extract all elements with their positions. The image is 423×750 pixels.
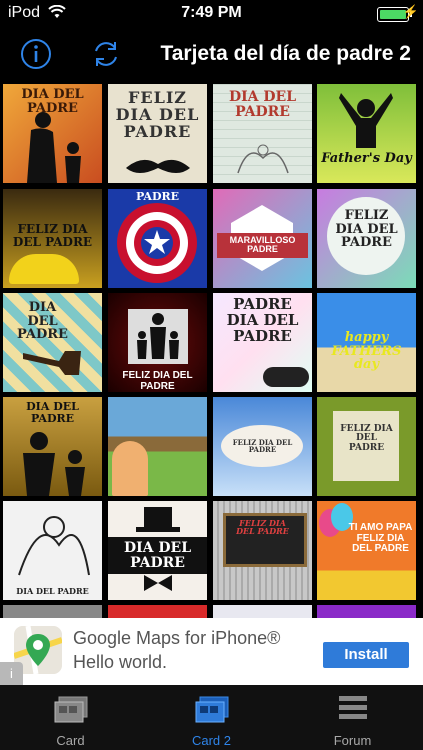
card-caption: FELIZ DIA DEL PADRE	[340, 424, 393, 453]
card-caption: FELIZ DIA DEL PADRE	[12, 222, 93, 249]
nav-bar: Tarjeta del día de padre 2	[0, 28, 423, 84]
install-button[interactable]: Install	[323, 642, 409, 668]
ad-subline: Hello world.	[73, 652, 168, 672]
card-thumbnail[interactable]	[317, 605, 416, 618]
father-child-silhouette	[27, 112, 81, 183]
page-title: Tarjeta del día de padre 2	[160, 42, 411, 65]
shield-icon	[117, 203, 197, 283]
family-drawing	[237, 144, 289, 174]
card-thumbnail[interactable]: TI AMO PAPA FELIZ DIA DEL PADRE	[317, 501, 416, 600]
card-thumbnail[interactable]: happy FATHERS day	[317, 293, 416, 392]
charging-icon: ⚡	[402, 4, 419, 19]
card-caption: FELIZ DIA DEL PADRE	[115, 88, 200, 141]
card-thumbnail[interactable]	[213, 605, 312, 618]
top-hat-icon	[136, 507, 180, 532]
card-thumbnail[interactable]: FELIZ DIA DEL PADRE	[317, 397, 416, 496]
card-stack-icon	[195, 696, 228, 723]
family-silhouette	[128, 309, 188, 364]
card-thumbnail[interactable]: DIA DEL PADRE	[3, 397, 102, 496]
card-caption: MARAVILLOSO PADRE	[217, 233, 308, 258]
card-thumbnail[interactable]: FELIZ DIA DEL PADRE	[213, 397, 312, 496]
card-thumbnail[interactable]: PADRE DIA DEL PADRE	[213, 293, 312, 392]
card-caption: FELIZ DIA DEL PADRE	[236, 518, 289, 537]
card-thumbnail[interactable]: FELIZ DIA DEL PADRE	[108, 84, 207, 183]
card-thumbnail[interactable]	[108, 397, 207, 496]
mustache-icon	[126, 159, 190, 173]
card-thumbnail[interactable]: FELIZ DIA DEL PADRE	[108, 293, 207, 392]
status-bar: iPod 7:49 PM ⚡	[0, 0, 423, 28]
tab-label: Card	[56, 733, 85, 748]
card-caption: DIA DEL PADRE	[26, 400, 79, 425]
card-thumbnail[interactable]: DIA DEL PADRE	[213, 84, 312, 183]
celebration-silhouette	[339, 93, 393, 148]
card-caption: DIA DEL PADRE	[17, 300, 68, 343]
card-thumbnail[interactable]: FELIZ DIA DEL PADRE	[213, 501, 312, 600]
pipe-icon	[23, 351, 81, 375]
card-thumbnail[interactable]	[108, 605, 207, 618]
father-child-silhouette	[23, 432, 85, 496]
card-caption: DIA DEL PADRE	[108, 537, 207, 575]
tab-bar: Card Card 2 Forum	[0, 685, 423, 750]
card-caption: DIA DEL PADRE	[16, 586, 89, 596]
ad-info-icon[interactable]: i	[0, 662, 23, 685]
tab-card[interactable]: Card	[0, 685, 141, 750]
card-thumbnail[interactable]: DIA DEL PADRE	[108, 501, 207, 600]
card-caption: FELIZ DIA DEL PADRE	[335, 208, 398, 251]
bow-tie-icon	[144, 575, 172, 591]
card-caption: FELIZ DIA DEL PADRE	[122, 370, 193, 392]
card-caption: PADRE DIA DEL PADRE	[226, 295, 299, 345]
card-caption: TI AMO PAPA FELIZ DIA DEL PADRE	[348, 522, 413, 554]
card-thumbnail[interactable]: FELIZ DIA DEL PADRE	[317, 189, 416, 288]
card-caption: Father's Day	[321, 151, 412, 166]
tab-label: Card 2	[191, 733, 232, 748]
card-grid: DIA DEL PADRE FELIZ DIA DEL PADRE DIA DE…	[0, 84, 423, 618]
card-stack-icon	[54, 696, 87, 723]
ad-banner[interactable]: Google Maps for iPhone® Hello world. Ins…	[0, 618, 423, 685]
refresh-icon[interactable]	[90, 38, 122, 70]
clock: 7:49 PM	[181, 4, 242, 21]
sketch-drawing	[18, 516, 90, 576]
card-thumbnail[interactable]	[3, 605, 102, 618]
list-lines-icon	[338, 696, 367, 719]
tab-label: Forum	[333, 733, 372, 748]
ad-headline: Google Maps for iPhone®	[73, 628, 281, 648]
love-ribbon	[263, 367, 309, 387]
card-thumbnail[interactable]: FELIZ DIA DEL PADRE	[3, 189, 102, 288]
card-thumbnail[interactable]: DIA DEL PADRE	[3, 293, 102, 392]
card-caption: DIA DEL PADRE	[228, 89, 297, 120]
info-icon[interactable]	[20, 38, 52, 70]
card-caption: happy FATHERS day	[331, 330, 402, 373]
card-thumbnail[interactable]: DIA DEL PADRE	[3, 501, 102, 600]
anime-character	[112, 441, 148, 496]
card-caption: FELIZ DIA DEL PADRE	[232, 438, 293, 455]
tab-card-2[interactable]: Card 2	[141, 685, 282, 750]
card-thumbnail[interactable]: DIA DEL PADRE	[3, 84, 102, 183]
card-thumbnail[interactable]: Father's Day	[317, 84, 416, 183]
card-thumbnail[interactable]: MARAVILLOSO PADRE	[213, 189, 312, 288]
hard-hat-shape	[9, 254, 79, 284]
tab-forum[interactable]: Forum	[282, 685, 423, 750]
card-thumbnail[interactable]: PADRE	[108, 189, 207, 288]
